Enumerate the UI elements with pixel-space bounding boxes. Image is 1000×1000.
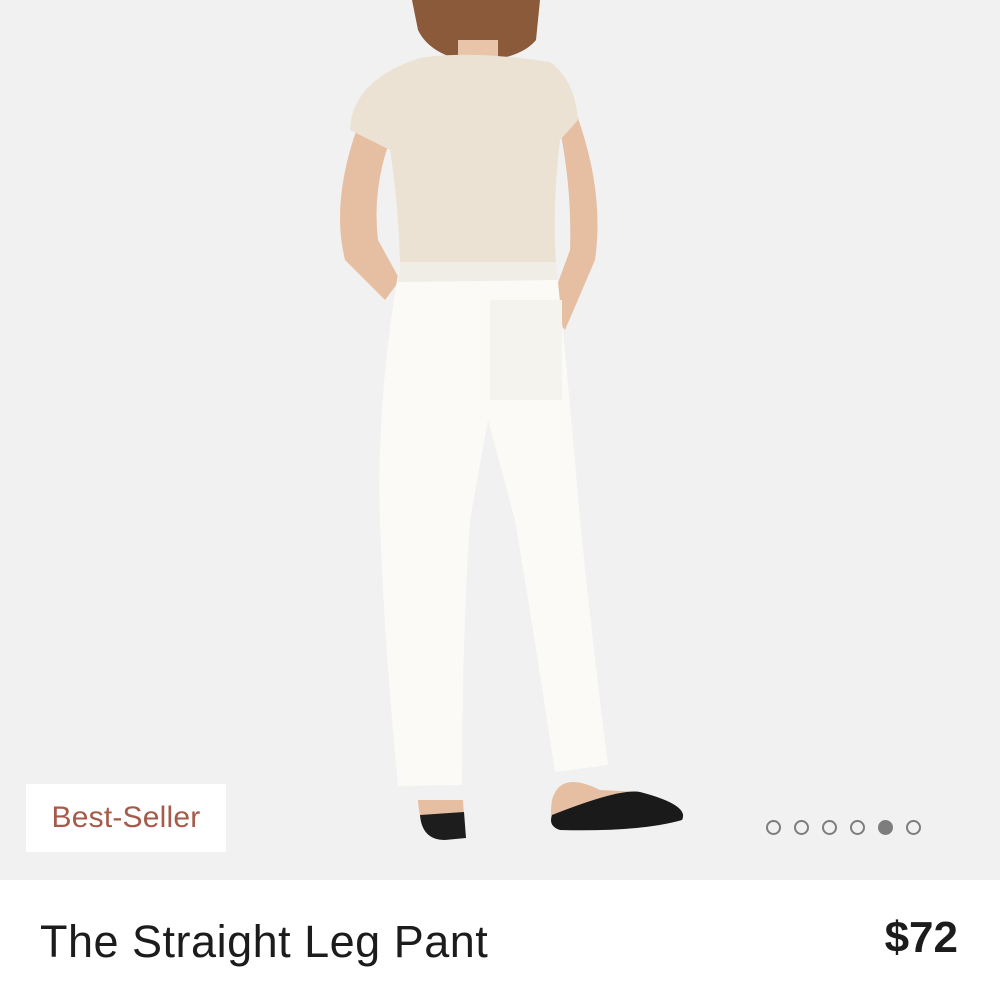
carousel-indicator[interactable] [766, 820, 921, 835]
product-title[interactable]: The Straight Leg Pant [40, 916, 488, 968]
best-seller-badge: Best-Seller [26, 784, 226, 852]
product-card[interactable]: Best-Seller The Straight Leg Pant $72 [0, 0, 1000, 1000]
carousel-dot[interactable] [766, 820, 781, 835]
carousel-dot-active[interactable] [878, 820, 893, 835]
product-image[interactable]: Best-Seller [0, 0, 1000, 880]
model-photo [0, 0, 1000, 880]
product-price: $72 [884, 913, 958, 962]
product-info: The Straight Leg Pant $72 [0, 880, 1000, 1000]
carousel-dot[interactable] [794, 820, 809, 835]
carousel-dot[interactable] [822, 820, 837, 835]
carousel-dot[interactable] [850, 820, 865, 835]
carousel-dot[interactable] [906, 820, 921, 835]
